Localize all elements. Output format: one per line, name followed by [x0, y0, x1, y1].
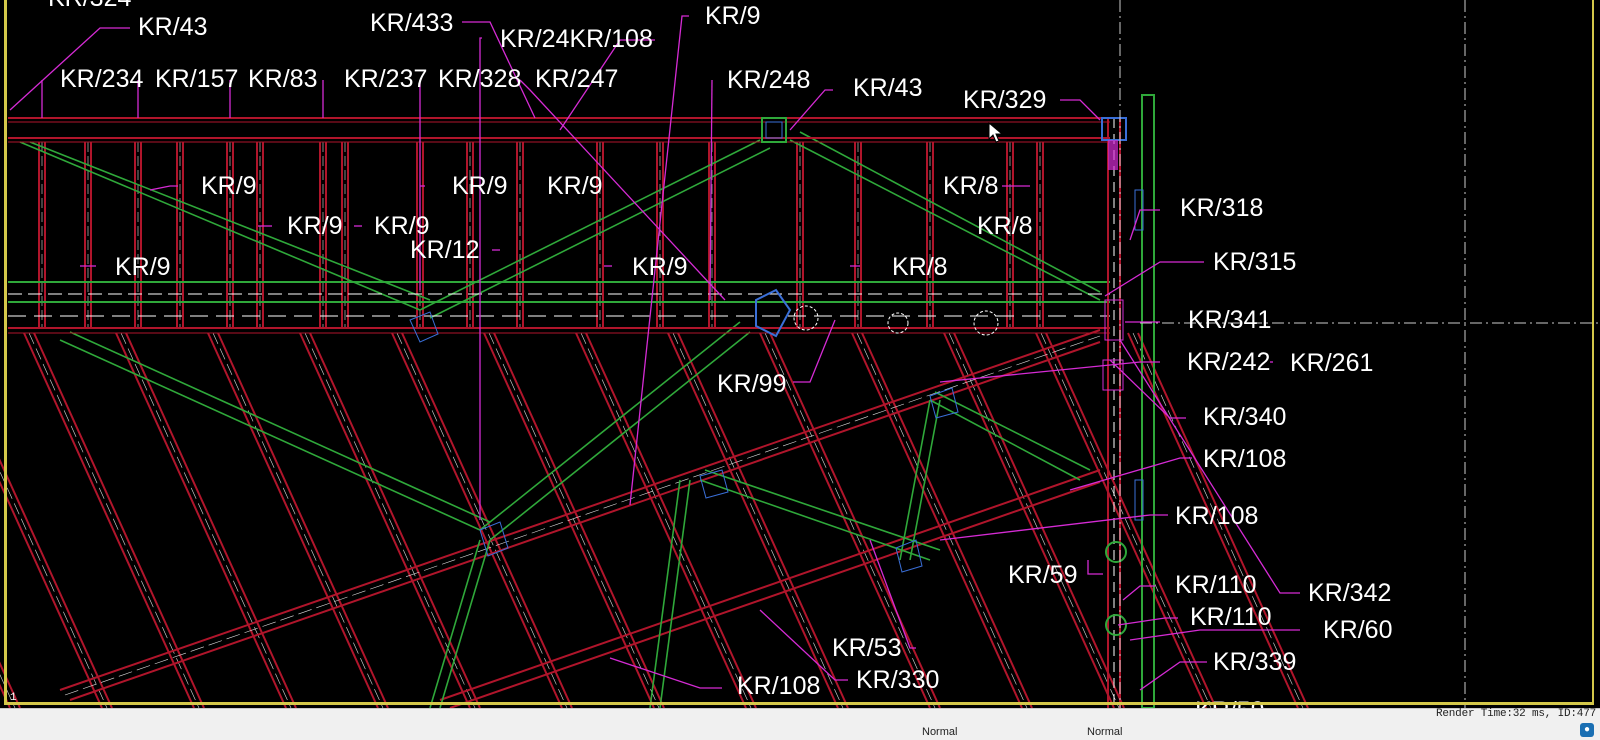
label-kr108-1[interactable]: KR/108: [1203, 445, 1286, 473]
vertical-studs: [38, 142, 1044, 328]
label-kr342[interactable]: KR/342: [1308, 579, 1391, 607]
label-kr9-top[interactable]: KR/9: [705, 2, 761, 30]
label-kr8-3[interactable]: KR/8: [892, 253, 948, 281]
label-kr341[interactable]: KR/341: [1188, 306, 1271, 334]
label-kr9-2[interactable]: KR/9: [452, 172, 508, 200]
label-kr99[interactable]: KR/99: [717, 370, 786, 398]
label-kr9-4[interactable]: KR/9: [287, 212, 343, 240]
status-field-1[interactable]: Normal: [922, 726, 957, 738]
label-bottom-cut[interactable]: KR/59: [1195, 697, 1264, 708]
label-kr59[interactable]: KR/59: [1008, 561, 1077, 589]
chord-lines: [8, 117, 1110, 334]
label-kr247[interactable]: KR/247: [535, 65, 618, 93]
label-kr237[interactable]: KR/237: [344, 65, 427, 93]
label-kr340[interactable]: KR/340: [1203, 403, 1286, 431]
cad-viewport[interactable]: KR/324 KR/43 KR/433 KR/24KR/108 KR/9 KR/…: [0, 0, 1600, 708]
structural-drawing[interactable]: KR/324 KR/43 KR/433 KR/24KR/108 KR/9 KR/…: [0, 0, 1600, 708]
label-kr110-2[interactable]: KR/110: [1190, 603, 1272, 631]
label-kr43[interactable]: KR/43: [138, 13, 207, 41]
label-kr8-1[interactable]: KR/8: [943, 172, 999, 200]
label-kr9-7[interactable]: KR/9: [632, 253, 688, 281]
label-kr261[interactable]: KR/261: [1290, 349, 1373, 377]
label-kr318[interactable]: KR/318: [1180, 194, 1263, 222]
label-kr12[interactable]: KR/12: [410, 236, 479, 264]
label-kr43-b[interactable]: KR/43: [853, 74, 922, 102]
label-kr242[interactable]: KR/242: [1187, 348, 1270, 376]
status-field-2[interactable]: Normal: [1087, 726, 1122, 738]
label-kr330[interactable]: KR/330: [856, 666, 939, 694]
render-info: Render Time:32 ms, ID:477: [1435, 708, 1596, 720]
label-kr110-1[interactable]: KR/110: [1175, 571, 1257, 599]
label-kr433[interactable]: KR/433: [370, 9, 453, 37]
arrow-cursor-icon: [988, 122, 1004, 143]
label-kr248[interactable]: KR/248: [727, 66, 810, 94]
label-kr8-2[interactable]: KR/8: [977, 212, 1033, 240]
label-top-cut[interactable]: KR/324: [48, 0, 131, 12]
label-kr24-kr108[interactable]: KR/24KR/108: [500, 25, 653, 53]
label-kr83[interactable]: KR/83: [248, 65, 317, 93]
label-kr328[interactable]: KR/328: [438, 65, 521, 93]
label-kr329[interactable]: KR/329: [963, 86, 1046, 114]
app-status-icon[interactable]: ●: [1580, 723, 1594, 737]
label-kr108-2[interactable]: KR/108: [1175, 502, 1258, 530]
page-number: 1: [10, 692, 17, 704]
label-kr53[interactable]: KR/53: [832, 634, 901, 662]
label-kr339[interactable]: KR/339: [1213, 648, 1296, 676]
label-kr60[interactable]: KR/60: [1323, 616, 1392, 644]
label-kr315[interactable]: KR/315: [1213, 248, 1296, 276]
label-kr9-1[interactable]: KR/9: [201, 172, 257, 200]
label-kr108-3[interactable]: KR/108: [737, 672, 820, 700]
edge-column: [1101, 94, 1155, 708]
status-bar: Normal Normal ●: [0, 708, 1600, 740]
label-kr234[interactable]: KR/234: [60, 65, 143, 93]
label-kr9-6[interactable]: KR/9: [115, 253, 171, 281]
label-kr157[interactable]: KR/157: [155, 65, 238, 93]
label-kr9-3[interactable]: KR/9: [547, 172, 603, 200]
